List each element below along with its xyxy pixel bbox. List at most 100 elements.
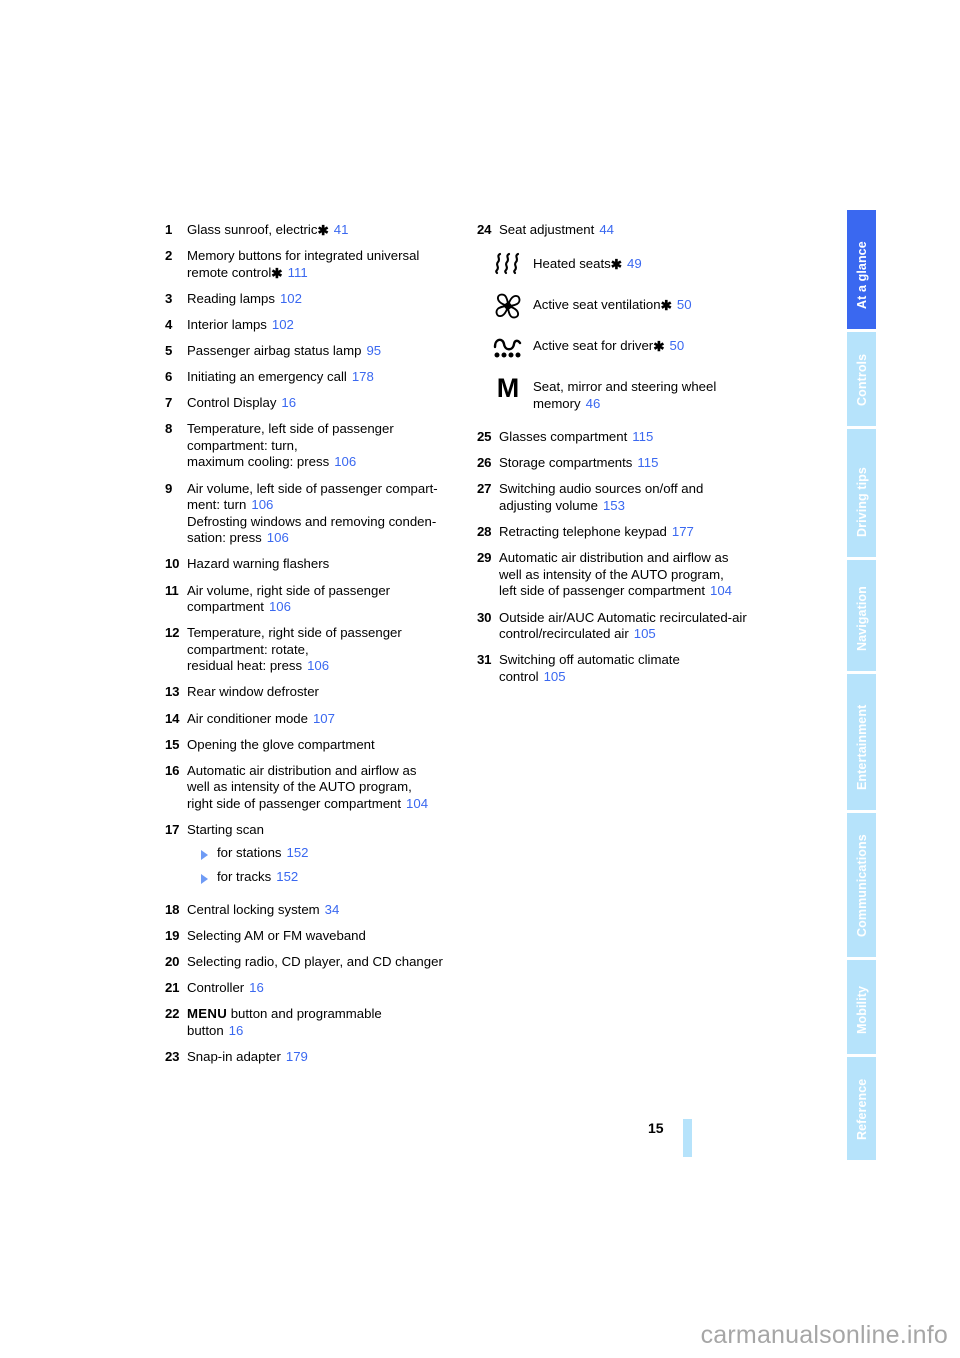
legend-entry-body: Control Display 16 [187,395,465,412]
legend-entry-1: 1 Glass sunroof, electric✱ 41 [165,222,465,239]
page-reference-link[interactable]: 106 [269,599,291,614]
right-content-column: 24 Seat adjustment 44 Heated seats✱ 49 Active… [477,222,787,695]
page-reference-link[interactable]: 46 [586,396,601,411]
legend-entry-body: Rear window defroster [187,684,465,701]
entry-text: Active seat ventilation [533,297,661,313]
page-reference-link[interactable]: 178 [352,369,374,384]
page-reference-link[interactable]: 152 [276,869,298,884]
icon-legend-entry: Active seat ventilation✱ 50 [477,289,787,323]
legend-entry-5: 5 Passenger airbag status lamp 95 [165,343,465,360]
page-reference-link[interactable]: 102 [272,317,294,332]
entry-text: right side of passenger compartment [187,795,402,811]
legend-entry-number: 6 [165,369,173,385]
entry-line: Air volume, right side of passenger [187,583,465,600]
entry-text: Defrosting windows and removing conden- [187,513,437,529]
entry-line: Air volume, left side of passenger compa… [187,481,465,498]
legend-entry-body: Memory buttons for integrated universal r… [187,248,465,281]
section-tab-entertainment[interactable]: Entertainment [847,674,876,810]
page-reference-link[interactable]: 41 [334,222,349,237]
page-reference-link[interactable]: 104 [406,796,428,811]
entry-text: Storage compartments [499,455,633,471]
legend-entry-13: 13 Rear window defroster [165,684,465,701]
page-reference-link[interactable]: 104 [710,583,732,598]
legend-entry-14: 14 Air conditioner mode 107 [165,711,465,728]
entry-text: Passenger airbag status lamp [187,342,362,358]
page-reference-link[interactable]: 177 [672,524,694,539]
entry-text: Air volume, right side of passenger [187,582,391,598]
entry-text: ment: turn [187,497,247,513]
section-tab-label: Navigation [854,585,869,651]
entry-text: Hazard warning flashers [187,556,330,572]
entry-line: Automatic air distribution and airflow a… [187,763,465,780]
entry-line: Starting scan [187,822,465,839]
legend-entry-number: 1 [165,222,173,237]
menu-button-key: MENU [187,1006,228,1022]
optional-equipment-asterisk: ✱ [317,223,329,238]
page-reference-link[interactable]: 111 [288,265,308,280]
page-reference-link[interactable]: 49 [627,256,642,271]
section-tab-communications[interactable]: Communications [847,813,876,957]
page-reference-link[interactable]: 95 [366,343,381,358]
legend-entry-body: Automatic air distribution and airflow a… [499,550,787,600]
page-reference-link[interactable]: 16 [281,395,296,410]
entry-line: compartment 106 [187,599,465,616]
site-watermark: carmanualsonline.info [700,1321,948,1349]
entry-line: well as intensity of the AUTO program, [499,567,787,584]
entry-line: Interior lamps 102 [187,317,465,334]
page-reference-link[interactable]: 115 [637,455,658,470]
entry-line: Retracting telephone keypad 177 [499,524,787,541]
page-reference-link[interactable]: 16 [249,980,264,995]
page-reference-link[interactable]: 106 [267,530,289,545]
page-reference-link[interactable]: 34 [325,902,340,917]
entry-line: Passenger airbag status lamp 95 [187,343,465,360]
page-reference-link[interactable]: 106 [251,497,273,512]
page-reference-link[interactable]: 102 [280,291,302,306]
entry-text: Switching off automatic climate [499,652,680,668]
section-tab-controls[interactable]: Controls [847,332,876,426]
section-tab-label: At a glance [854,240,869,309]
section-tab-mobility[interactable]: Mobility [847,960,876,1054]
entry-text: button and programmable [227,1006,382,1022]
entry-text: Rear window defroster [187,684,319,700]
entry-line: left side of passenger compartment 104 [499,583,787,600]
sub-bullet-text: for stations [217,845,282,861]
page-reference-link[interactable]: 16 [229,1023,244,1038]
entry-line: ment: turn 106 [187,497,465,514]
entry-line: Glasses compartment 115 [499,429,787,446]
legend-entry-11: 11 Air volume, right side of passenger com… [165,583,465,616]
entry-text: Temperature, right side of passenger [187,625,402,641]
section-tab-reference[interactable]: Reference [847,1057,876,1160]
page-reference-link[interactable]: 179 [286,1049,308,1064]
optional-equipment-asterisk: ✱ [660,298,672,314]
legend-entry-23: 23 Snap-in adapter 179 [165,1049,465,1066]
section-tab-driving-tips[interactable]: Driving tips [847,429,876,557]
icon-legend-entry: M Seat, mirror and steering wheel memory 46 [477,371,787,412]
section-tab-at-a-glance[interactable]: At a glance [847,210,876,329]
legend-entry-25: 25 Glasses compartment 115 [477,429,787,446]
page-reference-link[interactable]: 153 [603,498,625,513]
legend-entry-number: 2 [165,248,173,264]
entry-text: Selecting radio, CD player, and CD chang… [187,954,443,969]
legend-entry-12: 12 Temperature, right side of passenger co… [165,625,465,675]
legend-entry-body: Air conditioner mode 107 [187,711,465,728]
page-reference-link[interactable]: 106 [334,454,356,469]
legend-entry-body: Opening the glove compartment [187,737,465,754]
page-reference-link[interactable]: 44 [599,222,614,237]
page-reference-link[interactable]: 105 [634,626,656,641]
page-reference-link[interactable]: 50 [670,338,685,353]
page-reference-link[interactable]: 115 [632,429,653,444]
entry-line: Glass sunroof, electric✱ 41 [187,222,465,239]
page-reference-link[interactable]: 105 [544,669,566,684]
legend-entry-body: Snap-in adapter 179 [187,1049,465,1066]
entry-text: Reading lamps [187,290,275,306]
legend-entry-body: Switching off automatic climate control 10… [499,652,787,685]
entry-text: Seat adjustment [499,222,595,237]
page-reference-link[interactable]: 50 [677,297,692,312]
entry-line: Switching off automatic climate [499,652,787,669]
page-reference-link[interactable]: 107 [313,711,335,726]
section-tab-navigation[interactable]: Navigation [847,560,876,671]
page-reference-link[interactable]: 152 [287,845,309,860]
entry-text: Snap-in adapter [187,1048,281,1064]
page-reference-link[interactable]: 106 [307,658,329,673]
legend-entry-number: 10 [165,556,180,572]
